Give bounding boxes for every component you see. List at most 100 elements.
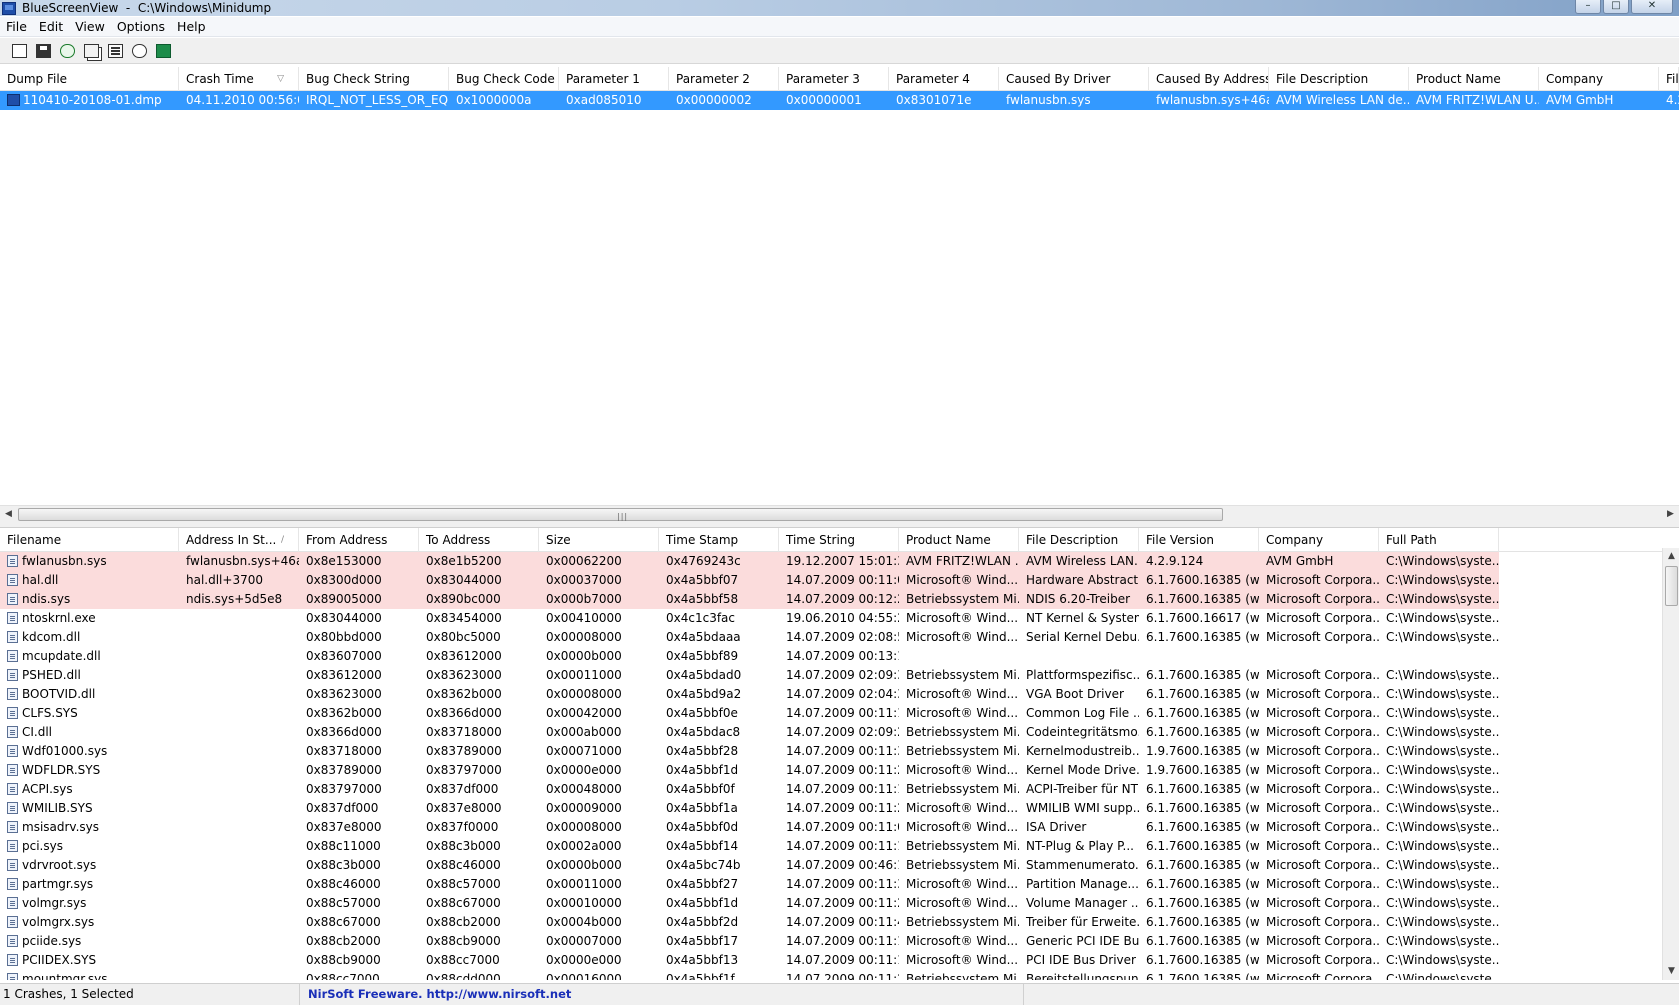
- dump-row[interactable]: 110410-20108-01.dmp 04.11.2010 00:56:00 IR…: [0, 91, 1679, 110]
- driver-header-filename[interactable]: Filename: [0, 528, 179, 552]
- driver-row[interactable]: WDFLDR.SYS 0x83789000 0x83797000 0x0000e000…: [0, 761, 1679, 780]
- driver-header-product-name[interactable]: Product Name: [899, 528, 1019, 552]
- dump-header-fil[interactable]: Fil: [1659, 67, 1679, 91]
- driver-header-time-stamp[interactable]: Time Stamp: [659, 528, 779, 552]
- cell-from-address: 0x83607000: [299, 647, 419, 666]
- dump-header-parameter-2[interactable]: Parameter 2: [669, 67, 779, 91]
- cell-text: 0x4a5bbf1d: [666, 763, 739, 777]
- dump-header-dump-file[interactable]: Dump File: [0, 67, 179, 91]
- copy-button[interactable]: [82, 42, 100, 60]
- horizontal-scrollbar[interactable]: ◀ ||| ▶: [0, 505, 1679, 522]
- driver-row[interactable]: partmgr.sys 0x88c46000 0x88c57000 0x0001100…: [0, 875, 1679, 894]
- menu-view[interactable]: View: [69, 17, 111, 37]
- driver-row[interactable]: PSHED.dll 0x83612000 0x83623000 0x00011000 0…: [0, 666, 1679, 685]
- driver-file-icon: [7, 916, 18, 928]
- properties-button[interactable]: [106, 42, 124, 60]
- driver-header-from-address[interactable]: From Address: [299, 528, 419, 552]
- dump-header-crash-time[interactable]: Crash Time ▽: [179, 67, 299, 91]
- dump-header-caused-by-address[interactable]: Caused By Address: [1149, 67, 1269, 91]
- vertical-scrollbar[interactable]: ▲ ▼: [1662, 548, 1679, 980]
- cell-product-name: Betriebssystem Mi...: [899, 837, 1019, 856]
- driver-header-to-address[interactable]: To Address: [419, 528, 539, 552]
- find-button[interactable]: [130, 42, 148, 60]
- driver-header-size[interactable]: Size: [539, 528, 659, 552]
- nirsoft-link[interactable]: NirSoft Freeware. http://www.nirsoft.net: [300, 984, 1024, 1005]
- cell-filename: PSHED.dll: [0, 666, 179, 685]
- cell-time-string: 14.07.2009 02:04:34: [779, 685, 899, 704]
- cell-text: AVM GmbH: [1546, 93, 1614, 107]
- menu-file[interactable]: File: [0, 17, 33, 37]
- driver-row[interactable]: hal.dll hal.dll+3700 0x8300d000 0x83044000 0…: [0, 571, 1679, 590]
- cell-address-in-st: [179, 723, 299, 742]
- vertical-scroll-thumb[interactable]: [1665, 566, 1678, 606]
- cell-text: 0x88c11000: [306, 839, 381, 853]
- dump-list[interactable]: Dump File Crash Time ▽ Bug Check String Bug …: [0, 67, 1679, 505]
- driver-row[interactable]: volmgr.sys 0x88c57000 0x88c67000 0x00010000…: [0, 894, 1679, 913]
- dump-header-parameter-1[interactable]: Parameter 1: [559, 67, 669, 91]
- driver-header-file-description[interactable]: File Description: [1019, 528, 1139, 552]
- driver-header-company[interactable]: Company: [1259, 528, 1379, 552]
- cell-text: WDFLDR.SYS: [22, 763, 101, 777]
- refresh-button[interactable]: [58, 42, 76, 60]
- scroll-left-icon[interactable]: ◀: [0, 506, 17, 523]
- driver-header-full-path[interactable]: Full Path: [1379, 528, 1499, 552]
- cell-parameter-3: 0x00000001: [779, 91, 889, 110]
- driver-row[interactable]: kdcom.dll 0x80bbd000 0x80bc5000 0x00008000 0…: [0, 628, 1679, 647]
- driver-row[interactable]: ACPI.sys 0x83797000 0x837df000 0x00048000 0x…: [0, 780, 1679, 799]
- close-button[interactable]: ✕: [1631, 0, 1673, 14]
- menu-options[interactable]: Options: [111, 17, 171, 37]
- driver-row[interactable]: WMILIB.SYS 0x837df000 0x837e8000 0x00009000…: [0, 799, 1679, 818]
- cell-time-stamp: 0x4a5bbf17: [659, 932, 779, 951]
- html-report-button[interactable]: [10, 42, 28, 60]
- exit-button[interactable]: [154, 42, 172, 60]
- driver-header-file-version[interactable]: File Version: [1139, 528, 1259, 552]
- dump-header-parameter-4[interactable]: Parameter 4: [889, 67, 999, 91]
- driver-row[interactable]: BOOTVID.dll 0x83623000 0x8362b000 0x0000800…: [0, 685, 1679, 704]
- driver-row[interactable]: CI.dll 0x8366d000 0x83718000 0x000ab000 0x4a…: [0, 723, 1679, 742]
- driver-header-address-in-st[interactable]: Address In St... /: [179, 528, 299, 552]
- cell-text: 6.1.7600.16385 (wi...: [1146, 934, 1259, 948]
- dump-header-bug-check-code[interactable]: Bug Check Code: [449, 67, 559, 91]
- driver-row[interactable]: mcupdate.dll 0x83607000 0x83612000 0x0000b0…: [0, 647, 1679, 666]
- scroll-up-icon[interactable]: ▲: [1663, 548, 1679, 565]
- cell-text: Microsoft Corpora...: [1266, 858, 1379, 872]
- driver-row[interactable]: volmgrx.sys 0x88c67000 0x88cb2000 0x0004b00…: [0, 913, 1679, 932]
- cell-full-path: C:\Windows\syste...: [1379, 818, 1499, 837]
- save-button[interactable]: [34, 42, 52, 60]
- minimize-button[interactable]: –: [1575, 0, 1601, 14]
- horizontal-scroll-thumb[interactable]: |||: [18, 508, 1223, 521]
- driver-row[interactable]: Wdf01000.sys 0x83718000 0x83789000 0x000710…: [0, 742, 1679, 761]
- driver-row[interactable]: ndis.sys ndis.sys+5d5e8 0x89005000 0x890bc0…: [0, 590, 1679, 609]
- dump-header-parameter-3[interactable]: Parameter 3: [779, 67, 889, 91]
- cell-text: Kernelmodustreib...: [1026, 744, 1139, 758]
- driver-row[interactable]: pciide.sys 0x88cb2000 0x88cb9000 0x00007000…: [0, 932, 1679, 951]
- driver-row[interactable]: CLFS.SYS 0x8362b000 0x8366d000 0x00042000 0x…: [0, 704, 1679, 723]
- menu-edit[interactable]: Edit: [33, 17, 69, 37]
- driver-row[interactable]: vdrvroot.sys 0x88c3b000 0x88c46000 0x0000b0…: [0, 856, 1679, 875]
- driver-row[interactable]: pci.sys 0x88c11000 0x88c3b000 0x0002a000 0x4…: [0, 837, 1679, 856]
- dump-header-file-description[interactable]: File Description: [1269, 67, 1409, 91]
- maximize-button[interactable]: □: [1603, 0, 1629, 14]
- cell-text: 14.07.2009 00:12:24: [786, 592, 899, 606]
- driver-list[interactable]: Filename Address In St... / From Address To …: [0, 528, 1679, 980]
- dump-header-product-name[interactable]: Product Name: [1409, 67, 1539, 91]
- driver-row[interactable]: mountmgr.sys 0x88cc7000 0x88cdd000 0x000160…: [0, 970, 1679, 980]
- scroll-down-icon[interactable]: ▼: [1663, 963, 1679, 980]
- scroll-right-icon[interactable]: ▶: [1662, 506, 1679, 523]
- dump-header-caused-by-driver[interactable]: Caused By Driver: [999, 67, 1149, 91]
- cell-file-description: Codeintegritätsmo...: [1019, 723, 1139, 742]
- cell-text: fwlanusbn.sys+46aa: [1156, 93, 1269, 107]
- driver-file-icon: [7, 650, 18, 662]
- dump-header-bug-check-string[interactable]: Bug Check String: [299, 67, 449, 91]
- dump-header-company[interactable]: Company: [1539, 67, 1659, 91]
- driver-header-time-string[interactable]: Time String: [779, 528, 899, 552]
- driver-row[interactable]: msisadrv.sys 0x837e8000 0x837f0000 0x000080…: [0, 818, 1679, 837]
- driver-row[interactable]: fwlanusbn.sys fwlanusbn.sys+46aa 0x8e15300…: [0, 552, 1679, 571]
- cell-text: Betriebssystem Mi...: [906, 972, 1019, 980]
- driver-row[interactable]: PCIIDEX.SYS 0x88cb9000 0x88cc7000 0x0000e00…: [0, 951, 1679, 970]
- cell-text: 6.1.7600.16385 (wi...: [1146, 782, 1259, 796]
- cell-text: ISA Driver: [1026, 820, 1087, 834]
- menu-help[interactable]: Help: [171, 17, 212, 37]
- cell-address-in-st: [179, 818, 299, 837]
- driver-row[interactable]: ntoskrnl.exe 0x83044000 0x83454000 0x004100…: [0, 609, 1679, 628]
